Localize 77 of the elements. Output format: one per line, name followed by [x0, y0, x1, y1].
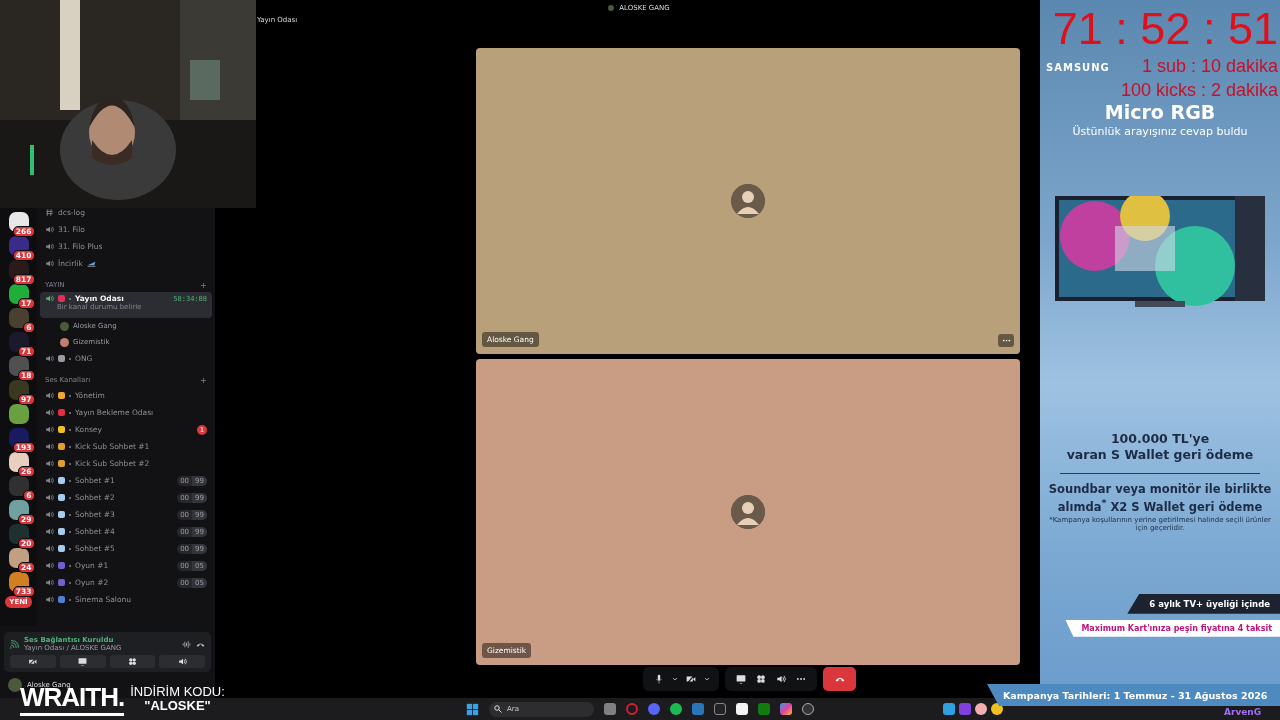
plane-icon	[86, 259, 96, 268]
signal-icon	[10, 639, 19, 649]
speaker-icon[interactable]	[45, 578, 54, 587]
ad-subtitle: Üstünlük arayışınız cevap buldu	[1072, 125, 1248, 138]
speaker-icon[interactable]	[45, 561, 54, 570]
app-icon[interactable]	[670, 703, 682, 715]
tray-icon[interactable]	[943, 703, 955, 715]
campaign-banner: Kampanya Tarihleri: 1 Temmuz - 31 Ağustos 2026	[987, 684, 1280, 706]
speaker-icon[interactable]	[45, 391, 54, 400]
speaker-icon[interactable]	[45, 476, 54, 485]
app-icon[interactable]	[780, 703, 792, 715]
speaker-icon[interactable]	[45, 425, 54, 434]
speaker-icon[interactable]	[45, 259, 54, 268]
speaker-icon[interactable]	[45, 294, 54, 303]
server-icon[interactable]	[8, 212, 29, 232]
screen-icon	[736, 674, 746, 684]
caret-icon[interactable]	[671, 675, 679, 683]
screen-share-button[interactable]	[59, 655, 106, 668]
server-icon	[607, 4, 616, 12]
camera-off-icon	[686, 674, 696, 684]
promo-tag: 6 aylık TV+ üyeliği içinde	[1127, 593, 1280, 614]
camera-off-icon	[28, 657, 38, 666]
speaker-icon[interactable]	[45, 354, 54, 363]
windows-icon[interactable]	[466, 702, 479, 716]
promo-code: "ALOSKE"	[144, 699, 211, 713]
promo-label: İNDİRİM KODU:	[130, 685, 225, 699]
task-view-icon[interactable]	[604, 703, 616, 715]
timer-rule: 100 kicks : 2 dakika	[1120, 79, 1278, 102]
soundboard-button[interactable]	[159, 655, 205, 668]
hang-up-button[interactable]	[823, 667, 856, 691]
plus-icon[interactable]	[200, 281, 207, 289]
app-icon[interactable]	[802, 703, 814, 715]
speaker-icon[interactable]	[45, 442, 54, 451]
screen-icon	[78, 657, 88, 666]
countdown-timer: 71 : 52 : 51	[1052, 4, 1278, 54]
server-icon[interactable]	[8, 356, 29, 376]
offer-text: 100.000 TL'ye varan S Wallet geri ödeme	[1066, 431, 1254, 463]
noise-icon[interactable]	[182, 639, 191, 649]
speaker-icon[interactable]	[45, 225, 54, 234]
speaker-icon[interactable]	[45, 408, 54, 417]
grid-icon	[756, 674, 766, 684]
speaker-icon	[776, 674, 786, 684]
speaker-icon[interactable]	[45, 527, 54, 536]
app-icon[interactable]	[736, 703, 748, 715]
server-icon[interactable]	[8, 404, 29, 424]
server-icon[interactable]	[8, 500, 29, 520]
speaker-icon[interactable]	[45, 493, 54, 502]
speaker-icon[interactable]	[45, 459, 54, 468]
speaker-icon[interactable]	[45, 510, 54, 519]
grid-icon	[127, 657, 137, 666]
speaker-icon[interactable]	[45, 544, 54, 553]
microphone-icon	[654, 674, 664, 684]
server-icon[interactable]	[8, 332, 29, 352]
speaker-icon[interactable]	[45, 595, 54, 604]
server-icon[interactable]	[8, 524, 29, 544]
ring-icon[interactable]	[626, 703, 638, 715]
user-name: ArvenG	[1224, 707, 1262, 718]
activities-button[interactable]	[109, 655, 156, 668]
server-icon[interactable]	[8, 548, 29, 568]
plus-icon[interactable]	[200, 376, 207, 384]
caret-icon[interactable]	[703, 675, 711, 683]
app-icon[interactable]	[714, 703, 726, 715]
avatar-icon	[731, 495, 765, 529]
brand-logo: SAMSUNG	[1046, 62, 1110, 73]
speaker-icon	[177, 657, 187, 666]
speaker-icon[interactable]	[45, 242, 54, 251]
server-icon[interactable]	[8, 380, 29, 400]
avatar-icon[interactable]	[8, 678, 22, 692]
tray-icon[interactable]	[975, 703, 987, 715]
server-icon[interactable]	[8, 428, 29, 448]
avatar-icon	[731, 184, 765, 218]
timer-rule: 1 sub : 10 dakika	[1141, 55, 1278, 78]
camera-button[interactable]	[10, 655, 56, 668]
hash-icon[interactable]	[45, 208, 54, 217]
offer-text: Soundbar veya monitör ile birlikte alımda$^{*}$ X2 S Wallet geri ödeme	[1047, 482, 1273, 514]
ad-title: Micro RGB	[1104, 101, 1216, 123]
promo-tag: Maximum Kart'ınıza peşin fiyatına 4 taksit	[1065, 619, 1280, 637]
